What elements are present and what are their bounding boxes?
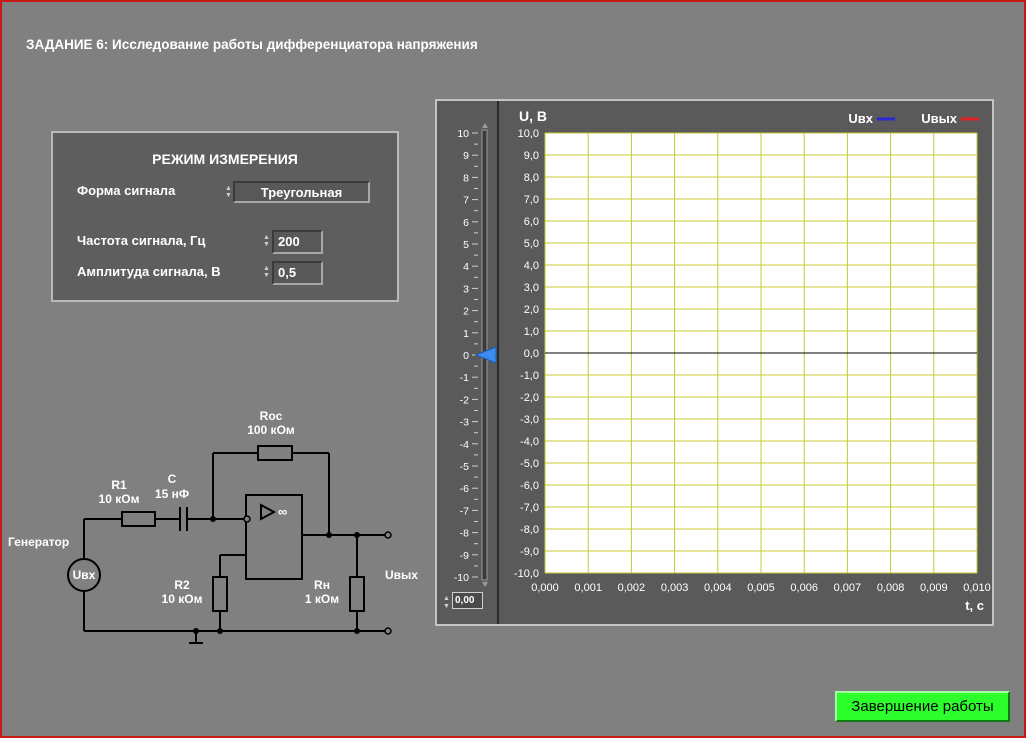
y-tick-label: -9,0 <box>520 546 539 558</box>
x-tick-label: 0,003 <box>661 582 689 594</box>
slider-tick-label: -4 <box>460 439 469 451</box>
slider-tick-label: 1 <box>463 328 469 340</box>
legend-label: Uвых <box>921 111 957 126</box>
x-tick-label: 0,007 <box>834 582 862 594</box>
y-tick-label: -10,0 <box>514 568 539 580</box>
offset-arrow-down-icon: ▼ <box>443 603 450 610</box>
slider-tick-label: 10 <box>457 128 469 140</box>
y-tick-label: 3,0 <box>524 282 539 294</box>
x-tick-label: 0,009 <box>920 582 948 594</box>
slider-tick-label: 6 <box>463 217 469 229</box>
y-tick-label: 5,0 <box>524 238 539 250</box>
slider-tick-label: 9 <box>463 150 469 162</box>
x-tick-label: 0,004 <box>704 582 732 594</box>
slider-tick-label: 8 <box>463 172 469 184</box>
x-axis-label: t, c <box>965 598 984 613</box>
slider-tick-label: -6 <box>460 483 469 495</box>
offset-value-field[interactable]: 0,00 <box>452 592 483 609</box>
y-tick-label: -2,0 <box>520 392 539 404</box>
x-tick-label: 0,010 <box>963 582 991 594</box>
y-tick-label: 2,0 <box>524 304 539 316</box>
slider-tick-label: -2 <box>460 394 469 406</box>
slider-tick-label: -10 <box>454 572 469 584</box>
y-tick-label: -3,0 <box>520 414 539 426</box>
y-tick-label: -1,0 <box>520 370 539 382</box>
window-frame: ЗАДАНИЕ 6: Исследование работы дифференц… <box>0 0 1026 738</box>
slider-arrow-down-icon <box>482 582 488 587</box>
y-tick-label: -4,0 <box>520 436 539 448</box>
y-tick-label: 10,0 <box>518 128 539 140</box>
slider-tick-label: -8 <box>460 528 469 540</box>
graph-canvas: 109876543210-1-2-3-4-5-6-7-8-9-10▲▼ 0,00… <box>443 101 991 624</box>
slider-tick-label: -5 <box>460 461 469 473</box>
y-tick-label: -7,0 <box>520 502 539 514</box>
x-tick-label: 0,006 <box>790 582 818 594</box>
finish-work-button[interactable]: Завершение работы <box>835 691 1010 722</box>
slider-tick-label: 4 <box>463 261 469 273</box>
slider-tick-label: 5 <box>463 239 469 251</box>
slider-tick-label: 3 <box>463 283 469 295</box>
slider-tick-label: 0 <box>463 350 469 362</box>
offset-arrow-up-icon: ▲ <box>443 595 450 602</box>
y-tick-label: 6,0 <box>524 216 539 228</box>
slider-tick-label: -3 <box>460 417 469 429</box>
y-tick-label: -8,0 <box>520 524 539 536</box>
y-tick-label: -6,0 <box>520 480 539 492</box>
y-tick-label: 4,0 <box>524 260 539 272</box>
slider-tick-label: 2 <box>463 306 469 318</box>
y-axis-label: U, B <box>519 108 547 124</box>
y-tick-label: 9,0 <box>524 150 539 162</box>
y-tick-label: 7,0 <box>524 194 539 206</box>
x-tick-label: 0,002 <box>618 582 646 594</box>
y-tick-label: 1,0 <box>524 326 539 338</box>
x-tick-label: 0,008 <box>877 582 905 594</box>
legend-label: Uвх <box>848 111 873 126</box>
x-tick-label: 0,005 <box>747 582 775 594</box>
y-tick-label: -5,0 <box>520 458 539 470</box>
slider-tick-label: -7 <box>460 505 469 517</box>
x-tick-label: 0,001 <box>574 582 602 594</box>
y-tick-label: 0,0 <box>524 348 539 360</box>
slider-tick-label: -9 <box>460 550 469 562</box>
y-tick-label: 8,0 <box>524 172 539 184</box>
slider-tick-label: 7 <box>463 195 469 207</box>
slider-tick-label: -1 <box>460 372 469 384</box>
slider-arrow-up-icon <box>482 123 488 128</box>
x-tick-label: 0,000 <box>531 582 559 594</box>
